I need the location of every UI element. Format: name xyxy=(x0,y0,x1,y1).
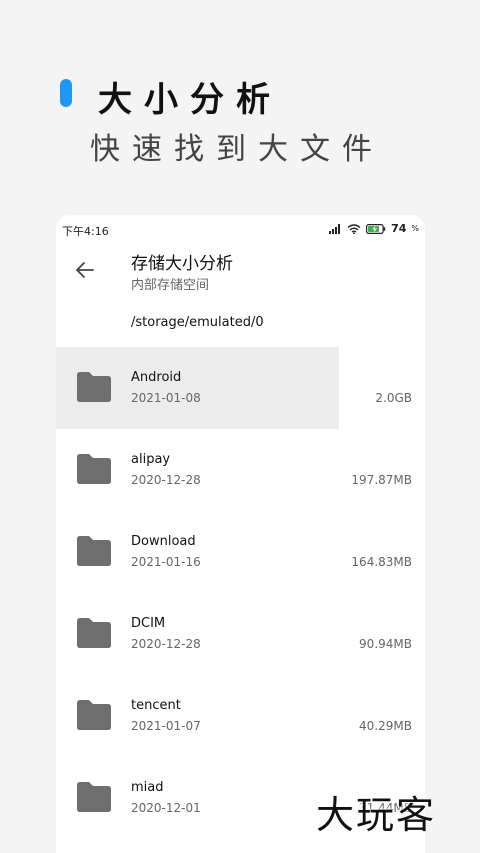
folder-name: Download xyxy=(131,534,196,549)
status-bar: 下午4:16 74 % xyxy=(56,215,425,243)
battery-unit: % xyxy=(411,224,419,233)
signal-icon xyxy=(329,223,342,234)
folder-date: 2021-01-16 xyxy=(131,555,201,569)
folder-size: 2.0GB xyxy=(375,391,412,405)
folder-date: 2021-01-07 xyxy=(131,719,201,733)
folder-row-alipay[interactable]: alipay 2020-12-28 197.87MB xyxy=(56,429,425,511)
status-time: 下午4:16 xyxy=(62,225,109,238)
promo-subtitle: 快速找到大文件 xyxy=(90,132,384,167)
wifi-icon xyxy=(347,223,361,234)
folder-row-android[interactable]: Android 2021-01-08 2.0GB xyxy=(56,347,425,429)
folder-icon xyxy=(76,535,112,567)
folder-icon xyxy=(76,781,112,813)
folder-name: DCIM xyxy=(131,616,166,631)
page-title: 存储大小分析 xyxy=(131,254,233,274)
phone-screen: 下午4:16 74 % 存储大小分析 内部存储空间 /storage/emula… xyxy=(56,215,425,853)
folder-date: 2020-12-28 xyxy=(131,473,201,487)
folder-icon xyxy=(76,453,112,485)
back-button[interactable] xyxy=(70,257,100,287)
folder-name: Android xyxy=(131,370,182,385)
folder-size: 164.83MB xyxy=(351,555,412,569)
folder-icon xyxy=(76,371,112,403)
status-icons: 74% xyxy=(329,222,419,235)
folder-list: Android 2021-01-08 2.0GB alipay 2020-12-… xyxy=(56,347,425,839)
folder-date: 2020-12-28 xyxy=(131,637,201,651)
page-subtitle: 内部存储空间 xyxy=(131,278,210,293)
folder-name: tencent xyxy=(131,698,181,713)
arrow-left-icon xyxy=(75,261,95,283)
promo-title: 大小分析 xyxy=(98,80,282,120)
folder-icon xyxy=(76,617,112,649)
folder-row-download[interactable]: Download 2021-01-16 164.83MB xyxy=(56,511,425,593)
folder-size: 40.29MB xyxy=(359,719,412,733)
folder-row-tencent[interactable]: tencent 2021-01-07 40.29MB xyxy=(56,675,425,757)
promo-header: 大小分析 快速找到大文件 xyxy=(0,0,480,210)
folder-date: 2021-01-08 xyxy=(131,391,201,405)
app-bar: 存储大小分析 内部存储空间 xyxy=(56,243,425,303)
folder-date: 2020-12-01 xyxy=(131,801,201,815)
watermark-logo: 大玩客 xyxy=(316,793,437,837)
current-path: /storage/emulated/0 xyxy=(131,315,264,330)
folder-size: 197.87MB xyxy=(351,473,412,487)
folder-icon xyxy=(76,699,112,731)
accent-bar xyxy=(60,79,72,107)
folder-name: alipay xyxy=(131,452,171,467)
battery-level: 74 xyxy=(391,222,407,235)
folder-row-dcim[interactable]: DCIM 2020-12-28 90.94MB xyxy=(56,593,425,675)
folder-name: miad xyxy=(131,780,164,795)
battery-icon xyxy=(366,223,386,234)
folder-size: 90.94MB xyxy=(359,637,412,651)
